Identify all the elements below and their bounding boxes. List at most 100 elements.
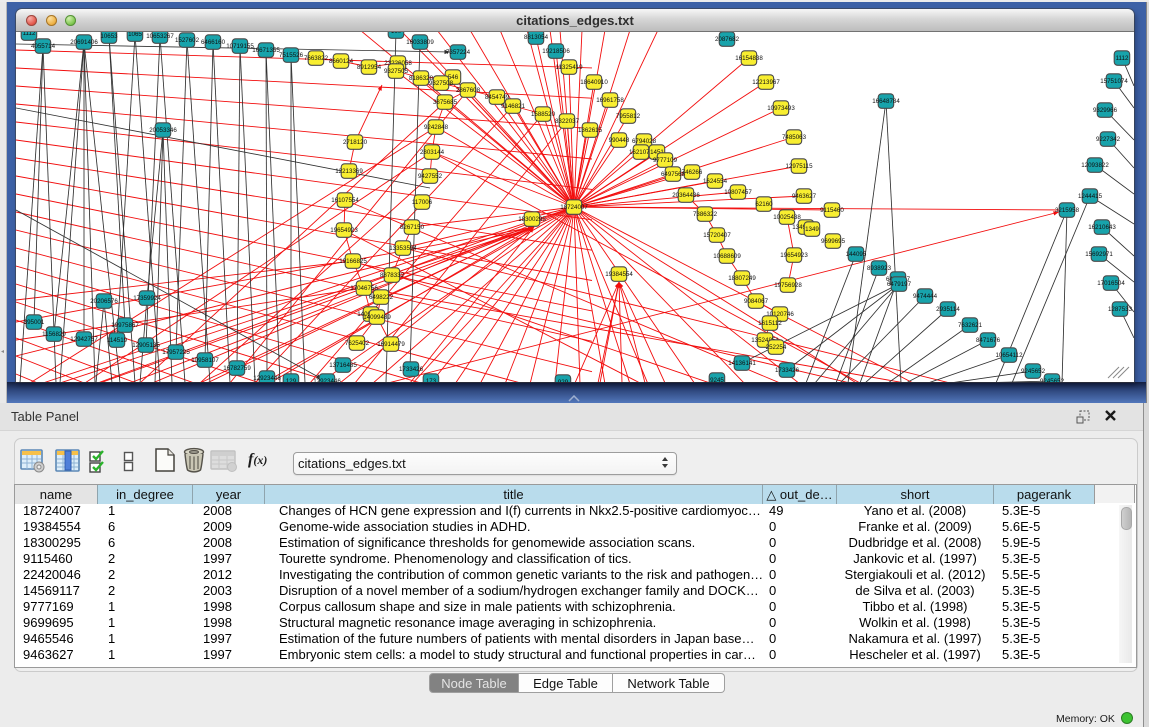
svg-text:19654923: 19654923 bbox=[780, 252, 808, 259]
svg-text:7625402: 7625402 bbox=[345, 340, 370, 347]
svg-text:10719155: 10719155 bbox=[226, 43, 254, 50]
svg-text:10973493: 10973493 bbox=[767, 105, 795, 112]
svg-text:9245652: 9245652 bbox=[1040, 378, 1065, 382]
svg-text:7485063: 7485063 bbox=[782, 134, 807, 141]
svg-text:2718120: 2718120 bbox=[343, 139, 368, 146]
svg-text:8660124: 8660124 bbox=[329, 58, 354, 65]
svg-text:7515526: 7515526 bbox=[279, 52, 304, 59]
svg-text:144095: 144095 bbox=[846, 251, 867, 258]
svg-text:252254: 252254 bbox=[766, 344, 787, 351]
svg-text:16107554: 16107554 bbox=[331, 197, 359, 204]
svg-text:9699695: 9699695 bbox=[821, 238, 846, 245]
svg-text:19218506: 19218506 bbox=[542, 48, 570, 55]
svg-text:9327508: 9327508 bbox=[429, 80, 454, 87]
svg-text:10958107: 10958107 bbox=[191, 357, 219, 364]
svg-text:11325419: 11325419 bbox=[555, 64, 583, 71]
svg-text:990448: 990448 bbox=[609, 137, 630, 144]
svg-text:8938923: 8938923 bbox=[867, 265, 892, 272]
svg-text:1244415: 1244415 bbox=[1078, 193, 1103, 200]
svg-text:20206576: 20206576 bbox=[90, 298, 118, 305]
svg-text:1156829: 1156829 bbox=[42, 331, 66, 338]
svg-text:19975867: 19975867 bbox=[111, 322, 139, 329]
svg-text:12905135: 12905135 bbox=[132, 342, 160, 349]
svg-text:2087682: 2087682 bbox=[715, 36, 740, 43]
svg-text:17957225: 17957225 bbox=[162, 349, 190, 356]
svg-text:19654923: 19654923 bbox=[330, 227, 358, 234]
svg-text:12923446: 12923446 bbox=[313, 378, 341, 382]
svg-text:10653: 10653 bbox=[100, 33, 118, 40]
svg-text:9084067: 9084067 bbox=[744, 298, 769, 305]
svg-text:2935114: 2935114 bbox=[936, 306, 960, 313]
svg-text:8878332: 8878332 bbox=[380, 272, 405, 279]
svg-text:1349: 1349 bbox=[805, 226, 819, 233]
svg-text:2803144: 2803144 bbox=[420, 149, 445, 156]
svg-text:10807457: 10807457 bbox=[724, 189, 752, 196]
svg-text:9327505: 9327505 bbox=[384, 68, 409, 75]
svg-text:1588520: 1588520 bbox=[531, 111, 556, 118]
svg-text:10688609: 10688609 bbox=[713, 253, 741, 260]
svg-text:3215958: 3215958 bbox=[1055, 207, 1080, 214]
svg-text:9463627: 9463627 bbox=[792, 193, 817, 200]
svg-text:3875685: 3875685 bbox=[433, 99, 458, 106]
svg-text:17016504: 17016504 bbox=[1097, 280, 1125, 287]
svg-text:117006: 117006 bbox=[412, 199, 433, 206]
svg-text:18300295: 18300295 bbox=[518, 216, 546, 223]
svg-text:15692971: 15692971 bbox=[1085, 251, 1113, 258]
svg-text:7663822: 7663822 bbox=[304, 55, 329, 62]
svg-text:9245: 9245 bbox=[710, 377, 724, 382]
svg-text:1527602: 1527602 bbox=[175, 37, 200, 44]
svg-text:12093822: 12093822 bbox=[1081, 162, 1109, 169]
svg-text:16210643: 16210643 bbox=[1088, 224, 1116, 231]
svg-text:1112: 1112 bbox=[23, 32, 36, 37]
svg-text:129: 129 bbox=[286, 378, 297, 382]
svg-text:6498222: 6498222 bbox=[369, 294, 394, 301]
svg-text:16782759: 16782759 bbox=[223, 365, 251, 372]
svg-text:12213369: 12213369 bbox=[335, 168, 363, 175]
svg-text:16961758: 16961758 bbox=[596, 97, 624, 104]
svg-text:1733426: 1733426 bbox=[775, 367, 800, 374]
svg-text:7357224: 7357224 bbox=[446, 49, 471, 56]
svg-text:13716485: 13716485 bbox=[329, 362, 357, 369]
svg-text:13353594: 13353594 bbox=[389, 245, 417, 252]
svg-text:6466160: 6466160 bbox=[201, 39, 226, 46]
svg-text:17359924: 17359924 bbox=[133, 295, 161, 302]
svg-text:8322037: 8322037 bbox=[555, 118, 580, 125]
svg-text:929: 929 bbox=[558, 379, 569, 382]
svg-text:9146821: 9146821 bbox=[501, 103, 526, 110]
svg-text:8267150: 8267150 bbox=[400, 224, 425, 231]
svg-text:4055714: 4055714 bbox=[31, 43, 56, 50]
svg-text:114519: 114519 bbox=[107, 337, 128, 344]
svg-text:10654112: 10654112 bbox=[995, 352, 1023, 359]
svg-text:1615112: 1615112 bbox=[758, 320, 782, 327]
svg-text:9329966: 9329966 bbox=[1093, 107, 1118, 114]
svg-text:12213967: 12213967 bbox=[752, 79, 780, 86]
svg-text:1287533: 1287533 bbox=[1108, 306, 1133, 313]
svg-text:19384554: 19384554 bbox=[605, 271, 633, 278]
svg-text:7632621: 7632621 bbox=[958, 322, 983, 329]
svg-text:7955812: 7955812 bbox=[616, 113, 641, 120]
svg-text:6479197: 6479197 bbox=[887, 281, 912, 288]
svg-text:6794028: 6794028 bbox=[632, 138, 657, 145]
svg-text:14136141: 14136141 bbox=[728, 360, 756, 367]
svg-text:20364436: 20364436 bbox=[672, 192, 700, 199]
svg-text:9115460: 9115460 bbox=[820, 207, 844, 214]
svg-text:1112: 1112 bbox=[1116, 55, 1129, 62]
svg-text:9777109: 9777109 bbox=[653, 157, 678, 164]
svg-text:12975115: 12975115 bbox=[785, 163, 813, 170]
svg-text:14099489: 14099489 bbox=[363, 314, 391, 321]
svg-text:9242848: 9242848 bbox=[424, 124, 449, 131]
svg-text:16154838: 16154838 bbox=[735, 55, 763, 62]
svg-text:10653267: 10653267 bbox=[146, 33, 174, 40]
svg-text:16033809: 16033809 bbox=[406, 39, 434, 46]
svg-text:395001: 395001 bbox=[24, 319, 45, 326]
svg-text:173: 173 bbox=[426, 378, 437, 382]
svg-text:19756928: 19756928 bbox=[774, 282, 802, 289]
svg-text:9227342: 9227342 bbox=[1096, 136, 1121, 143]
svg-text:6497568: 6497568 bbox=[661, 171, 686, 178]
svg-text:9474444: 9474444 bbox=[913, 293, 938, 300]
svg-text:8813054: 8813054 bbox=[524, 34, 549, 41]
svg-text:160: 160 bbox=[391, 32, 402, 35]
svg-text:20691406: 20691406 bbox=[70, 39, 98, 46]
svg-text:16671355: 16671355 bbox=[252, 47, 280, 54]
svg-text:15720407: 15720407 bbox=[703, 232, 731, 239]
